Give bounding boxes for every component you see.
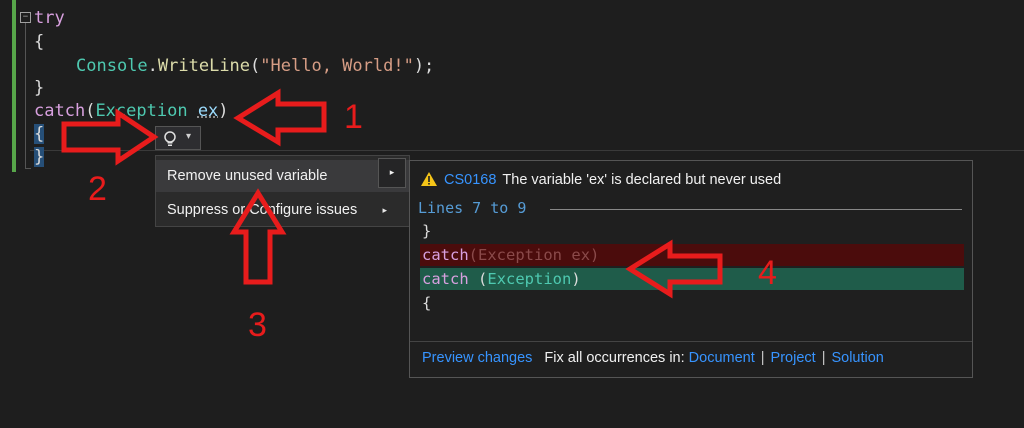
annotation-label-3: 3: [248, 306, 267, 344]
annotation-arrow-3: [229, 188, 287, 285]
annotation-arrows: [61, 88, 723, 299]
annotation-label-1: 1: [344, 98, 363, 136]
annotation-arrow-2: [61, 108, 159, 166]
annotation-arrow-1: [233, 88, 327, 147]
annotation-arrow-4: [625, 239, 723, 299]
annotation-label-4: 4: [758, 254, 777, 292]
annotation-label-2: 2: [88, 170, 107, 208]
